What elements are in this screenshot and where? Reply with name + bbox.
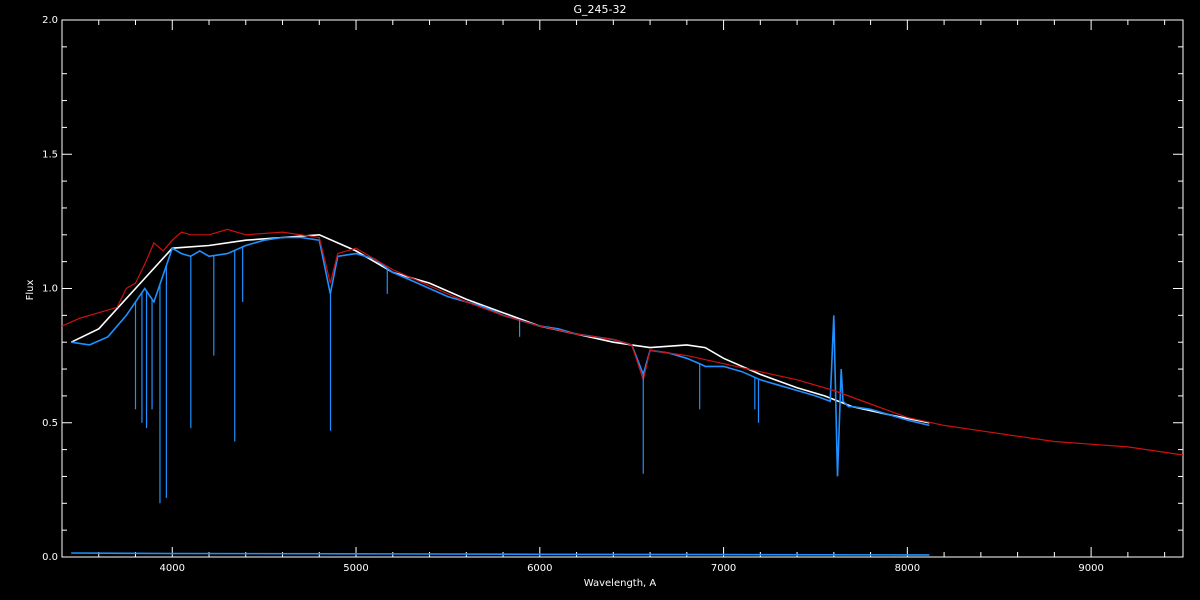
x-tick-label: 7000 xyxy=(711,563,736,574)
y-tick-label: 1.0 xyxy=(42,284,58,295)
chart-title: G_245-32 xyxy=(574,3,627,16)
y-tick-label: 1.5 xyxy=(42,149,58,160)
x-tick-label: 9000 xyxy=(1078,563,1103,574)
y-axis-label: Flux xyxy=(25,280,36,301)
x-tick-label: 6000 xyxy=(527,563,552,574)
x-tick-label: 8000 xyxy=(895,563,920,574)
y-tick-label: 0.0 xyxy=(42,552,58,563)
chart-background xyxy=(0,0,1200,600)
y-tick-label: 2.0 xyxy=(42,15,58,26)
y-tick-label: 0.5 xyxy=(42,418,58,429)
x-axis-label: Wavelength, A xyxy=(584,578,657,589)
x-tick-label: 5000 xyxy=(343,563,368,574)
spectrum-chart: G_245-32 4000 5000 6000 7000 8000 9000 0.0 0.5 1… xyxy=(0,0,1200,600)
x-tick-label: 4000 xyxy=(160,563,185,574)
